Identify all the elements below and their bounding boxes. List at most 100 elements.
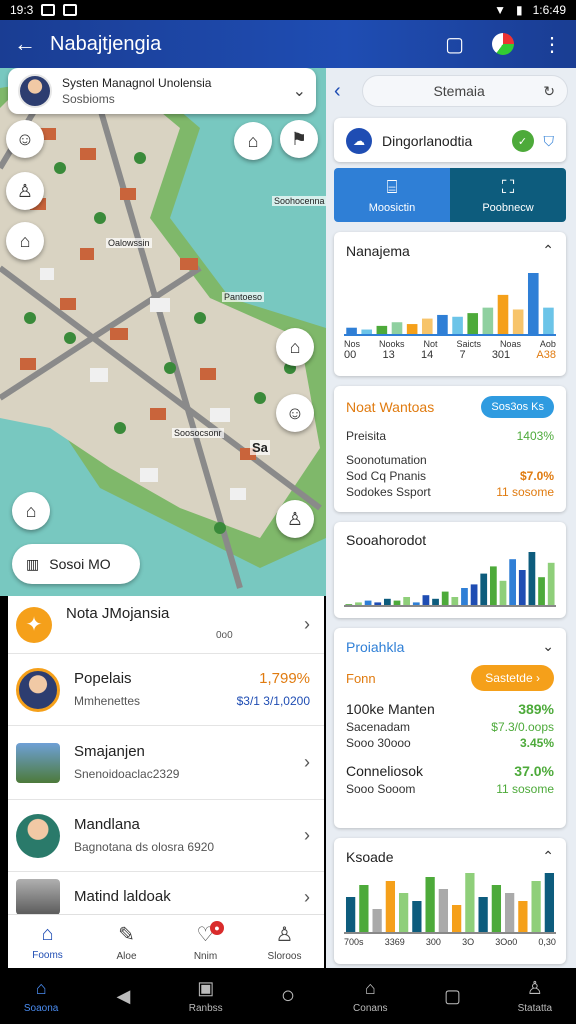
- value-label: 301: [491, 349, 511, 361]
- nav-home[interactable]: ⌂ Soaona: [0, 968, 82, 1024]
- map-view[interactable]: Systen Managnol Unolensia Sosbioms ⌄ ☺ ♙…: [0, 68, 326, 596]
- nav-stats[interactable]: ♙ Statatta: [494, 968, 576, 1024]
- stat-value: $7.3/0.oops: [491, 720, 554, 734]
- x-tick-label: 3369: [384, 937, 405, 947]
- value-label: 13: [382, 349, 395, 361]
- group-pin-icon[interactable]: ⚑: [280, 120, 318, 158]
- x-axis-labels: Nos Nooks Not Saicts Noas Aob: [334, 339, 566, 349]
- chevron-left-icon[interactable]: ‹: [334, 80, 362, 103]
- chevron-right-icon[interactable]: ›: [304, 752, 310, 773]
- lightbulb-icon: ✦: [16, 606, 52, 643]
- tab-alerts[interactable]: ✎ Aloe: [87, 915, 166, 968]
- chart-bar: [467, 313, 479, 335]
- stat-label: Sodokes Ssport: [346, 485, 431, 499]
- search-row: ‹ Stemaia ↻: [326, 68, 576, 114]
- chevron-right-icon[interactable]: ›: [304, 887, 310, 908]
- nav-label: Soaona: [23, 1003, 59, 1014]
- value-row: 00 13 14 7 301 A38: [334, 349, 566, 361]
- tab-products[interactable]: ⛶ Poobnecw: [450, 168, 566, 222]
- chart-bar: [437, 314, 448, 335]
- chart-bar: [531, 881, 541, 933]
- tab-messages[interactable]: ♡ ● Nnim: [166, 915, 245, 968]
- location-card[interactable]: Systen Managnol Unolensia Sosbioms ⌄: [8, 68, 316, 114]
- building-pin-icon[interactable]: ⌂: [12, 492, 50, 530]
- back-arrow-icon[interactable]: ←: [14, 31, 36, 57]
- chart-title: Sooahorodot: [346, 532, 427, 548]
- list-item-subtitle: Bagnotana ds olosra 6920: [74, 839, 215, 854]
- stat-label: 100ke Manten: [346, 701, 435, 717]
- stat-value: 37.0%: [514, 763, 554, 779]
- value-label: 14: [420, 349, 434, 361]
- stat-value: $7.0%: [519, 469, 554, 483]
- list-item-subtitle: 0o0: [216, 629, 233, 641]
- x-tick-label: Nooks: [378, 339, 405, 349]
- chart-bar: [345, 897, 356, 933]
- chart-bar: [504, 893, 515, 933]
- stat-label: Sacenadam: [346, 720, 411, 734]
- list-item[interactable]: Smajanjen Snenoidoaclac2329 ›: [8, 726, 324, 800]
- person-icon: ♙: [275, 923, 294, 946]
- chevron-down-icon[interactable]: ⌄: [542, 638, 554, 655]
- chevron-up-icon[interactable]: ⌃: [542, 242, 554, 259]
- more-vert-icon[interactable]: ⋮: [542, 32, 562, 57]
- list-item[interactable]: Mandlana Bagnotana ds olosra 6920 ›: [8, 800, 324, 872]
- stat-value: 389%: [518, 701, 554, 717]
- person-pin-icon[interactable]: ☺: [6, 120, 44, 158]
- home-icon: ⌂: [41, 922, 54, 945]
- value-label: A38: [536, 349, 556, 361]
- nav-connect[interactable]: ⌂ Conans: [329, 968, 411, 1024]
- app-title: Nabajtjengia: [50, 32, 162, 55]
- color-circle-icon[interactable]: [492, 33, 514, 55]
- chart-bar: [470, 584, 478, 606]
- chart-bar: [547, 562, 555, 606]
- house-pin-icon[interactable]: ⌂: [234, 122, 272, 160]
- map-label: Oalowssin: [106, 238, 152, 248]
- tab-label: Aloe: [116, 950, 137, 962]
- stat-row: Sacenadam $7.3/0.oops: [334, 719, 566, 735]
- square-outline-icon: ▢: [444, 985, 462, 1006]
- check-icon[interactable]: ✓: [511, 130, 534, 152]
- stat-label: Conneliosok: [346, 763, 424, 779]
- list-item[interactable]: ✦ Nota JMojansia 0o0 ›: [8, 596, 324, 654]
- summary-card: Proiahkla ⌄ Fonn Sastetde › 100ke Manten…: [334, 628, 566, 828]
- tab-overview[interactable]: ⌸ Moosictin: [334, 168, 450, 222]
- nav-back[interactable]: ◀: [82, 968, 164, 1024]
- nav-overview[interactable]: ▢: [411, 968, 493, 1024]
- chart-bar: [406, 324, 418, 335]
- square-icon: ▣: [197, 978, 215, 998]
- building-pin-icon[interactable]: ⌂: [6, 222, 44, 260]
- header-card[interactable]: ☁ Dingorlanodtia ✓ ⛉: [334, 118, 566, 162]
- chart-bar: [425, 877, 435, 933]
- tab-profile[interactable]: ♙ Sloroos: [245, 915, 324, 968]
- summary-pill[interactable]: Sastetde ›: [471, 665, 554, 691]
- stat-label: Soonotumation: [346, 453, 427, 467]
- tab-label: Moosictin: [368, 201, 416, 214]
- tab-label: Sloroos: [267, 950, 302, 962]
- tablet-icon[interactable]: ▢: [445, 32, 464, 57]
- chevron-right-icon[interactable]: ›: [304, 825, 310, 846]
- building-pin-icon[interactable]: ⌂: [276, 328, 314, 366]
- stats-pill[interactable]: Sos3os Ks: [481, 396, 554, 418]
- search-input[interactable]: Stemaia ↻: [362, 75, 568, 107]
- chart-bar: [451, 597, 459, 606]
- chevron-down-icon[interactable]: ⌄: [293, 81, 306, 101]
- refresh-icon[interactable]: ↻: [543, 83, 555, 100]
- chevron-right-icon[interactable]: ›: [304, 614, 310, 635]
- nav-circle[interactable]: ○: [247, 968, 329, 1024]
- nav-recent[interactable]: ▣ Ranbss: [165, 968, 247, 1024]
- person-pin-icon[interactable]: ♙: [276, 500, 314, 538]
- shield-icon[interactable]: ⛉: [544, 133, 555, 150]
- chart-bar: [441, 591, 449, 606]
- person-pin-icon[interactable]: ♙: [6, 172, 44, 210]
- house-outline-icon: ⌂: [364, 978, 376, 998]
- chart-bar: [452, 316, 463, 335]
- tab-home[interactable]: ⌂ Fooms: [8, 915, 87, 968]
- nav-label: Conans: [353, 1003, 388, 1014]
- chevron-up-icon[interactable]: ⌃: [542, 848, 554, 865]
- list-item[interactable]: Popelais Mmhenettes 1,799% $3/1 3/1,0200: [8, 654, 324, 726]
- x-tick-label: 0,30: [538, 937, 556, 947]
- map-chip[interactable]: ▥ Sosoi MO: [12, 544, 140, 584]
- notification-badge: ●: [210, 921, 224, 935]
- people-pin-icon[interactable]: ☺: [276, 394, 314, 432]
- chart-title: Ksoade: [346, 848, 394, 865]
